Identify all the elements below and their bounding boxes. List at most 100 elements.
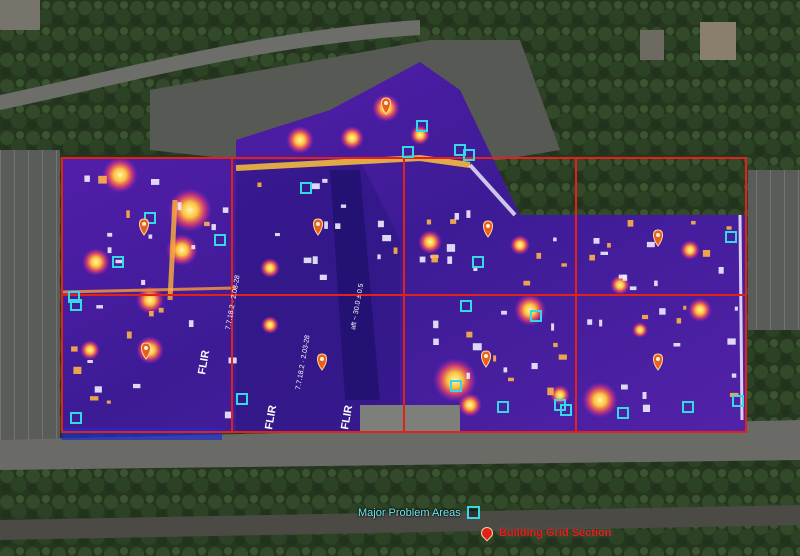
rooftop-unit — [501, 310, 507, 315]
rooftop-unit — [90, 396, 99, 401]
rooftop-unit — [126, 210, 130, 218]
rooftop-unit — [466, 372, 470, 379]
pin-dot — [316, 222, 320, 226]
thermal-hotspot — [80, 340, 100, 360]
rooftop-unit — [311, 183, 320, 190]
pin-dot — [320, 357, 324, 361]
rooftop-unit — [558, 354, 567, 360]
rooftop-unit — [303, 257, 312, 264]
legend-problem-areas: Major Problem Areas — [358, 506, 480, 519]
rooftop-unit — [642, 392, 647, 399]
thermal-hotspot — [261, 316, 279, 334]
house-nw — [0, 0, 40, 30]
thermal-hotspot — [688, 298, 712, 322]
thermal-hotspot — [582, 382, 618, 418]
rooftop-unit — [727, 338, 736, 345]
map-canvas: FLIR FLIR FLIR 7.7.18.2 · 2.03-28 7.7.18… — [0, 0, 800, 556]
square-outline-icon — [466, 506, 480, 519]
rooftop-unit — [149, 311, 154, 317]
rooftop-unit — [553, 237, 557, 242]
roof-unscanned-area — [360, 405, 460, 432]
rooftop-unit — [419, 256, 426, 263]
rooftop-unit — [148, 234, 153, 239]
rooftop-unit — [551, 323, 555, 331]
rooftop-unit — [734, 306, 738, 311]
rooftop-unit — [466, 210, 471, 218]
rooftop-unit — [71, 346, 78, 352]
rooftop-unit — [84, 175, 90, 182]
pin-dot — [486, 224, 490, 228]
pin-dot — [656, 357, 660, 361]
rooftop-unit — [547, 387, 554, 396]
rooftop-unit — [536, 252, 542, 259]
rooftop-unit — [98, 175, 107, 184]
thermal-hotspot — [458, 393, 482, 417]
pin-dot — [484, 354, 488, 358]
rooftop-unit — [642, 404, 650, 412]
rooftop-unit — [107, 247, 112, 254]
rooftop-unit — [600, 251, 608, 255]
thermal-hotspot — [82, 248, 110, 276]
rooftop-unit — [340, 204, 347, 208]
rooftop-unit — [553, 342, 558, 348]
rooftop-unit — [589, 254, 595, 261]
thermal-hotspot — [632, 322, 648, 338]
rooftop-unit — [106, 400, 111, 404]
rooftop-unit — [676, 318, 682, 324]
rooftop-unit — [87, 360, 93, 363]
rooftop-unit — [718, 267, 724, 274]
rooftop-unit — [446, 244, 456, 252]
thermal-roof-map[interactable]: FLIR FLIR FLIR 7.7.18.2 · 2.03-28 7.7.18… — [0, 0, 800, 556]
rooftop-unit — [673, 343, 681, 347]
rooftop-unit — [322, 178, 328, 183]
pin-dot — [384, 101, 388, 105]
rooftop-unit — [426, 219, 432, 225]
rooftop-unit — [141, 279, 146, 285]
rooftop-unit — [188, 320, 194, 327]
rooftop-unit — [335, 223, 341, 229]
east-parking-lot — [748, 170, 800, 330]
rooftop-unit — [454, 213, 459, 220]
rooftop-unit — [94, 386, 102, 393]
rooftop-unit — [96, 305, 103, 309]
rooftop-unit — [312, 256, 318, 264]
rooftop-unit — [726, 226, 732, 230]
rooftop-unit — [618, 274, 626, 279]
rooftop-unit — [646, 241, 655, 248]
rooftop-unit — [431, 254, 438, 263]
rooftop-unit — [191, 245, 196, 250]
pin-dot — [656, 233, 660, 237]
rooftop-unit — [73, 366, 82, 374]
rooftop-unit — [561, 263, 567, 267]
rooftop-unit — [257, 182, 262, 187]
rooftop-unit — [508, 377, 514, 382]
rooftop-unit — [654, 280, 658, 287]
house-ne — [700, 22, 736, 60]
rooftop-unit — [472, 343, 482, 351]
rooftop-unit — [642, 314, 649, 320]
thermal-hotspot — [418, 230, 442, 254]
thermal-hotspot — [102, 157, 138, 193]
rooftop-unit — [133, 383, 141, 389]
location-pin-icon — [478, 524, 496, 542]
rooftop-unit — [204, 221, 210, 227]
rooftop-unit — [211, 224, 216, 231]
rooftop-unit — [447, 256, 453, 264]
thermal-hotspot — [286, 126, 314, 154]
rooftop-unit — [177, 202, 182, 211]
rooftop-unit — [222, 207, 229, 213]
thermal-hotspot — [680, 240, 700, 260]
thermal-hotspot — [260, 258, 280, 278]
rooftop-unit — [324, 221, 328, 229]
rooftop-unit — [393, 247, 398, 254]
rooftop-unit — [433, 320, 439, 329]
rooftop-unit — [466, 331, 473, 338]
pin-dot — [144, 346, 148, 350]
pin-dot — [142, 222, 146, 226]
roof-edge-east — [738, 214, 744, 421]
thermal-hotspot — [340, 126, 364, 150]
rooftop-unit — [126, 331, 132, 339]
legend-grid-label: Building Grid Section — [499, 527, 612, 539]
legend-grid-section: Building Grid Section — [478, 524, 612, 542]
rooftop-unit — [377, 220, 384, 228]
